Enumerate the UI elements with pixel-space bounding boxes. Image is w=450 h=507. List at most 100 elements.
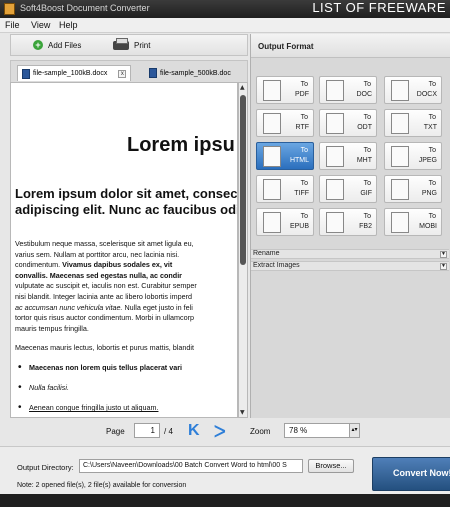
para-line: condimentum. Vivamus dapibus sodales ex,… <box>15 260 237 271</box>
next-page-icon[interactable]: ᐳ <box>214 422 226 442</box>
printer-icon <box>113 37 129 50</box>
para-italic-run: ac accumsan nunc vehicula vitae. <box>15 302 123 312</box>
section-label: Extract Images <box>253 262 300 269</box>
status-note: Note: 2 opened file(s), 2 file(s) availa… <box>17 482 187 489</box>
menu-file[interactable]: File <box>5 20 20 30</box>
format-tiff-button[interactable]: To TIFF <box>256 175 314 203</box>
format-rtf-button[interactable]: To RTF <box>256 109 314 137</box>
output-format-header: Output Format <box>251 34 450 58</box>
format-html-button[interactable]: To HTML <box>256 142 314 170</box>
gif-format-icon <box>326 179 344 200</box>
png-format-icon <box>391 179 409 200</box>
preview-scrollbar[interactable]: ▲ ▼ <box>238 82 248 418</box>
prev-page-icon[interactable]: K <box>188 422 200 440</box>
para-line: vulputate ac suscipit et, iaculis non es… <box>15 281 197 291</box>
format-gif-button[interactable]: To GIF <box>319 175 377 203</box>
page-navigation: Page 1 / 4 K ᐳ Zoom 78 % ▴▾ <box>0 420 370 442</box>
format-txt-button[interactable]: To TXT <box>384 109 442 137</box>
format-prefix: To <box>363 81 371 88</box>
mobi-format-icon <box>391 212 409 233</box>
browse-button[interactable]: Browse... <box>308 459 354 473</box>
tab-label: file-sample_500kB.doc <box>160 69 231 77</box>
close-tab-icon[interactable]: x <box>118 69 127 78</box>
tab-file-2[interactable]: file-sample_500kB.doc <box>145 65 235 81</box>
preview-bullet-list: Maecenas non lorem quis tellus placerat … <box>18 362 182 417</box>
chevron-down-icon[interactable]: ▼ <box>440 263 447 270</box>
window-title: Soft4Boost Document Converter <box>20 3 150 13</box>
format-docx-button[interactable]: To DOCX <box>384 76 442 104</box>
word-doc-icon <box>22 68 30 79</box>
format-mht-button[interactable]: To MHT <box>319 142 377 170</box>
banner-text: LIST OF FREEWARE <box>312 0 446 15</box>
section-label: Rename <box>253 250 280 257</box>
para-line: tortor quis risus auctor condimentum. Mo… <box>15 313 194 323</box>
format-name: DOCX <box>416 91 437 98</box>
zoom-select[interactable]: 78 % ▴▾ <box>284 423 360 438</box>
html-format-icon <box>263 146 281 167</box>
preview-heading-1: Lorem ipsu <box>127 134 235 156</box>
format-prefix: To <box>363 180 371 187</box>
app-window: Soft4Boost Document Converter LIST OF FR… <box>0 0 450 507</box>
format-prefix: To <box>300 114 308 121</box>
format-prefix: To <box>300 81 308 88</box>
output-directory-field[interactable]: C:\Users\Naveen\Downloads\00 Batch Conve… <box>79 459 303 473</box>
format-prefix: To <box>428 147 436 154</box>
format-mobi-button[interactable]: To MOBI <box>384 208 442 236</box>
document-preview: Lorem ipsu Lorem ipsum dolor sit amet, c… <box>10 82 238 418</box>
scroll-thumb[interactable] <box>240 95 246 265</box>
docx-format-icon <box>391 80 409 101</box>
preview-paragraph-2: Maecenas mauris lectus, lobortis et puru… <box>15 343 194 352</box>
format-prefix: To <box>428 81 436 88</box>
extract-images-section[interactable]: Extract Images ▼ <box>251 261 449 271</box>
format-name: DOC <box>356 91 372 98</box>
fb2-format-icon <box>326 212 344 233</box>
zoom-value: 78 % <box>289 426 308 435</box>
format-prefix: To <box>300 180 308 187</box>
para-line: varius sem. Nullam at porttitor arcu, ne… <box>15 249 180 259</box>
add-files-label: Add Files <box>48 40 82 50</box>
scroll-up-icon[interactable]: ▲ <box>240 84 245 91</box>
chevron-down-icon[interactable]: ▼ <box>440 251 447 258</box>
menu-help[interactable]: Help <box>59 20 78 30</box>
format-prefix: To <box>300 147 308 154</box>
menu-bar: File View Help <box>0 18 450 33</box>
page-number-input[interactable]: 1 <box>134 423 160 438</box>
format-epub-button[interactable]: To EPUB <box>256 208 314 236</box>
print-button[interactable]: Print <box>113 37 150 53</box>
convert-now-button[interactable]: Convert Now! <box>372 457 450 491</box>
app-icon <box>4 3 15 15</box>
output-directory-label: Output Directory: <box>17 463 74 472</box>
para-line: ac accumsan nunc vehicula vitae. Nulla e… <box>15 302 237 314</box>
para-line: nisi blandit. Integer lacinia ante ac li… <box>15 291 192 301</box>
format-doc-button[interactable]: To DOC <box>319 76 377 104</box>
zoom-spin-icon[interactable]: ▴▾ <box>349 424 359 437</box>
format-png-button[interactable]: To PNG <box>384 175 442 203</box>
add-files-button[interactable]: + Add Files <box>33 37 81 53</box>
rtf-format-icon <box>263 113 281 134</box>
format-name: MHT <box>356 157 372 164</box>
format-odt-button[interactable]: To ODT <box>319 109 377 137</box>
pdf-format-icon <box>263 80 281 101</box>
format-fb2-button[interactable]: To FB2 <box>319 208 377 236</box>
output-format-panel: Output Format To PDF To DOC To DOCX To RTF To ODT… <box>250 34 450 418</box>
format-name: EPUB <box>289 223 309 230</box>
tiff-format-icon <box>263 179 281 200</box>
odt-format-icon <box>326 113 344 134</box>
page-label: Page <box>106 427 125 436</box>
format-name: PNG <box>421 190 437 197</box>
word-doc-icon <box>149 68 157 78</box>
scroll-down-icon[interactable]: ▼ <box>240 409 245 416</box>
zoom-label: Zoom <box>250 427 271 436</box>
rename-section[interactable]: Rename ▼ <box>251 249 449 259</box>
format-prefix: To <box>363 147 371 154</box>
preview-paragraph: Vestibulum neque massa, scelerisque sit … <box>15 239 237 334</box>
list-item[interactable]: Aenean congue fringilla justo ut aliquam… <box>18 402 182 413</box>
para-run: Nulla eget justo in feli <box>122 302 193 312</box>
format-jpeg-button[interactable]: To JPEG <box>384 142 442 170</box>
tab-file-1[interactable]: file-sample_100kB.docx x <box>17 65 132 81</box>
format-prefix: To <box>428 213 436 220</box>
format-pdf-button[interactable]: To PDF <box>256 76 314 104</box>
para-line: Vestibulum neque massa, scelerisque sit … <box>15 239 194 248</box>
doc-format-icon <box>326 80 344 101</box>
menu-view[interactable]: View <box>31 20 50 30</box>
